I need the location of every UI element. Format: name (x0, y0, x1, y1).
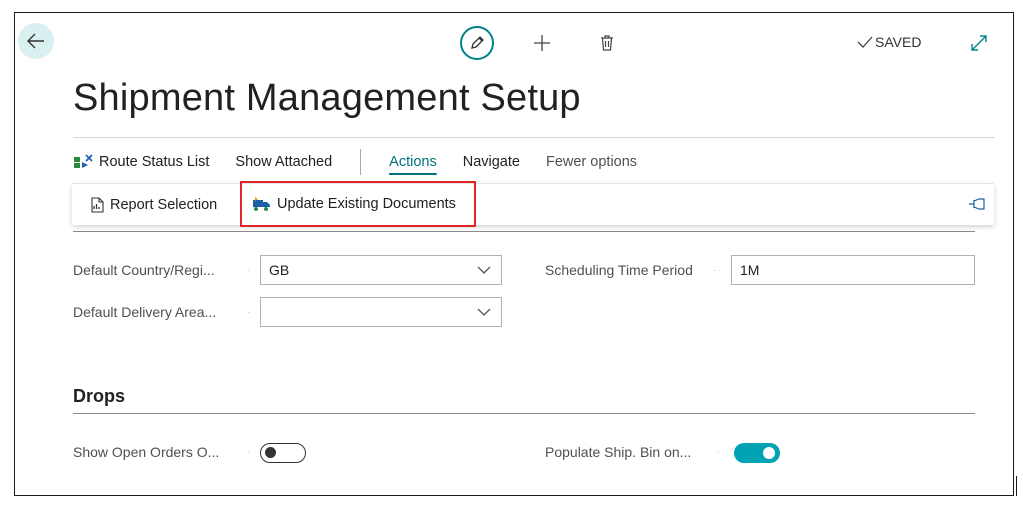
show-attached-button[interactable]: Show Attached (235, 154, 332, 170)
pencil-icon (471, 36, 484, 49)
saved-status-label: SAVED (875, 34, 922, 50)
route-status-icon (74, 154, 93, 168)
default-country-label: Default Country/Regi... (73, 262, 215, 278)
action-bar: Route Status List Show Attached Actions … (73, 147, 663, 177)
field-leader-dots: · (247, 447, 253, 458)
field-leader-dots: · (247, 307, 253, 318)
trash-icon (601, 35, 613, 51)
arrow-left-icon (27, 33, 44, 49)
edit-button[interactable] (460, 26, 494, 60)
default-delivery-area-select[interactable] (260, 297, 502, 327)
scheduling-time-period-value: 1M (740, 262, 760, 278)
saved-status: SAVED (857, 34, 921, 50)
fewer-options-button[interactable]: Fewer options (546, 154, 637, 170)
chevron-down-icon (477, 308, 491, 316)
back-button[interactable] (18, 23, 54, 59)
pin-button[interactable] (968, 197, 986, 213)
default-country-select[interactable]: GB (260, 255, 502, 285)
show-open-orders-toggle[interactable] (260, 443, 306, 463)
field-leader-dots: ·· (713, 265, 724, 276)
fewer-options-label: Fewer options (545, 154, 638, 170)
update-existing-documents-button[interactable]: Update Existing Documents (240, 181, 476, 227)
tab-navigate-label: Navigate (462, 154, 520, 170)
chevron-down-icon (477, 266, 491, 274)
title-divider (73, 137, 995, 138)
window-edge-mark (1016, 476, 1017, 496)
page-frame: SAVED Shipment Management Setup Route St… (14, 12, 1014, 496)
toggle-knob (265, 447, 276, 458)
populate-ship-bin-toggle[interactable] (734, 443, 780, 463)
default-country-value: GB (269, 262, 290, 278)
actions-dropdown: Report Selection Update Existing Documen… (72, 181, 994, 227)
delete-button[interactable] (595, 30, 619, 56)
pin-icon (969, 198, 985, 210)
drops-section-title[interactable]: Drops (73, 386, 125, 407)
drops-section-divider (73, 413, 975, 414)
route-status-list-label: Route Status List (99, 154, 210, 170)
add-button[interactable] (529, 30, 555, 56)
field-leader-dots: · (247, 265, 253, 276)
route-status-list-button[interactable]: Route Status List (73, 154, 209, 170)
show-open-orders-label: Show Open Orders O... (73, 444, 220, 460)
checkmark-icon (857, 36, 873, 48)
update-existing-documents-label: Update Existing Documents (277, 196, 456, 212)
page-title: Shipment Management Setup (73, 77, 581, 119)
tab-actions-label: Actions (389, 154, 437, 170)
tab-actions[interactable]: Actions (389, 154, 437, 170)
plus-icon (534, 35, 550, 51)
expand-button[interactable] (967, 31, 991, 55)
field-leader-dots: · (717, 447, 723, 458)
toggle-knob (763, 447, 775, 459)
report-icon (91, 197, 104, 213)
expand-icon (971, 35, 987, 51)
report-selection-label: Report Selection (110, 197, 218, 213)
scheduling-time-period-label: Scheduling Time Period (545, 262, 693, 278)
populate-ship-bin-label: Populate Ship. Bin on... (545, 444, 692, 460)
truck-update-icon (253, 197, 270, 211)
default-delivery-area-label: Default Delivery Area... (73, 304, 217, 320)
scheduling-time-period-input[interactable]: 1M (731, 255, 975, 285)
menu-separator (360, 149, 362, 175)
tab-navigate[interactable]: Navigate (463, 154, 520, 170)
show-attached-label: Show Attached (235, 154, 333, 170)
general-section-divider (73, 231, 975, 232)
report-selection-button[interactable]: Report Selection (90, 184, 217, 226)
